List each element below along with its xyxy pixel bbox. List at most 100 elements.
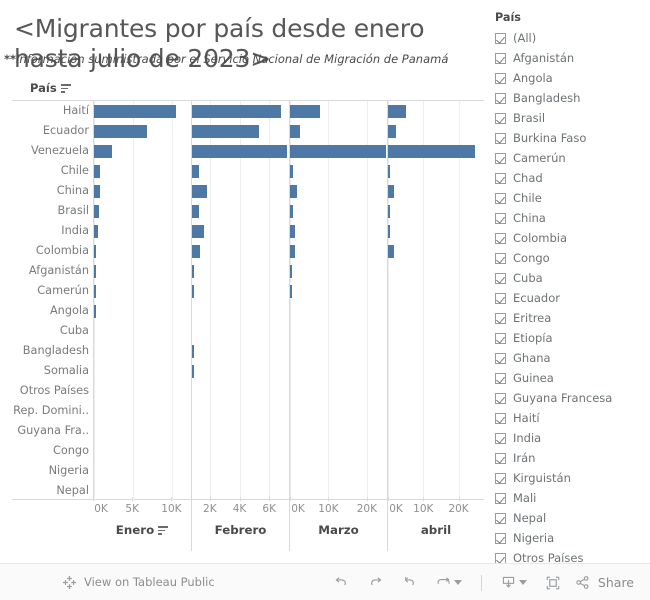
bar[interactable] (94, 264, 96, 278)
undo-icon[interactable] (327, 570, 357, 596)
bar[interactable] (94, 304, 96, 318)
checkbox-icon[interactable] (495, 272, 506, 284)
checkbox-icon[interactable] (495, 432, 506, 444)
bar[interactable] (290, 184, 298, 198)
row-label[interactable]: Angola (50, 301, 89, 321)
row-label[interactable]: Guyana Fra.. (17, 421, 89, 441)
row-label[interactable]: Ecuador (43, 121, 89, 141)
checkbox-icon[interactable] (495, 332, 506, 344)
filter-item[interactable]: Nepal (485, 508, 650, 528)
checkbox-icon[interactable] (495, 52, 506, 64)
filter-item[interactable]: Chad (485, 168, 650, 188)
bar[interactable] (94, 144, 113, 158)
bar[interactable] (290, 204, 293, 218)
bar[interactable] (290, 224, 295, 238)
bar[interactable] (192, 144, 288, 158)
checkbox-icon[interactable] (495, 412, 506, 424)
bar[interactable] (290, 124, 300, 138)
filter-list[interactable]: (All) Afganistán Angola Bangladesh Brasil Bur… (485, 28, 650, 563)
checkbox-icon[interactable] (495, 352, 506, 364)
bar[interactable] (290, 144, 387, 158)
chevron-down-icon[interactable] (519, 580, 528, 585)
filter-item[interactable]: Nigeria (485, 528, 650, 548)
bar[interactable] (192, 104, 282, 118)
bar[interactable] (94, 284, 96, 298)
bar[interactable] (290, 104, 320, 118)
row-label[interactable]: Congo (53, 441, 89, 461)
filter-item[interactable]: Cuba (485, 268, 650, 288)
row-label[interactable]: Otros Países (20, 381, 89, 401)
filter-item[interactable]: Guinea (485, 368, 650, 388)
bar[interactable] (94, 104, 177, 118)
checkbox-icon[interactable] (495, 452, 506, 464)
checkbox-icon[interactable] (495, 172, 506, 184)
filter-item[interactable]: China (485, 208, 650, 228)
revert-icon[interactable] (395, 570, 425, 596)
row-label[interactable]: Somalia (44, 361, 89, 381)
filter-item[interactable]: Irán (485, 448, 650, 468)
checkbox-icon[interactable] (495, 312, 506, 324)
checkbox-icon[interactable] (495, 112, 506, 124)
filter-item[interactable]: Otros Países (485, 548, 650, 563)
pane-title-febrero[interactable]: Febrero (192, 523, 289, 537)
checkbox-icon[interactable] (495, 192, 506, 204)
share-button[interactable]: Share (572, 574, 640, 591)
filter-item[interactable]: Burkina Faso (485, 128, 650, 148)
bar[interactable] (94, 164, 100, 178)
bar[interactable] (290, 284, 292, 298)
checkbox-icon[interactable] (495, 372, 506, 384)
tableau-public-link[interactable]: View on Tableau Public (62, 575, 215, 590)
bar[interactable] (192, 284, 194, 298)
filter-item[interactable]: Haití (485, 408, 650, 428)
row-field-header[interactable]: País (0, 78, 484, 100)
bar[interactable] (94, 244, 96, 258)
bar[interactable] (388, 164, 390, 178)
checkbox-icon[interactable] (495, 472, 506, 484)
bar[interactable] (290, 264, 292, 278)
row-label[interactable]: China (57, 181, 89, 201)
bar[interactable] (290, 164, 294, 178)
sort-icon[interactable] (60, 83, 71, 94)
checkbox-icon[interactable] (495, 492, 506, 504)
row-label[interactable]: Haití (63, 101, 89, 121)
fullscreen-icon[interactable] (538, 570, 568, 596)
filter-item[interactable]: Afganistán (485, 48, 650, 68)
bar[interactable] (192, 164, 200, 178)
row-label[interactable]: Afganistán (29, 261, 89, 281)
filter-item[interactable]: Colombia (485, 228, 650, 248)
bar[interactable] (192, 264, 194, 278)
bar[interactable] (388, 124, 397, 138)
bar[interactable] (388, 224, 390, 238)
redo-icon[interactable] (361, 570, 391, 596)
bar[interactable] (94, 224, 98, 238)
bar[interactable] (94, 204, 99, 218)
bar[interactable] (94, 184, 100, 198)
filter-item[interactable]: Bangladesh (485, 88, 650, 108)
checkbox-icon[interactable] (495, 212, 506, 224)
checkbox-icon[interactable] (495, 232, 506, 244)
bar[interactable] (388, 184, 394, 198)
filter-item[interactable]: Congo (485, 248, 650, 268)
download-button[interactable] (494, 570, 534, 596)
checkbox-icon[interactable] (495, 392, 506, 404)
row-label[interactable]: Brasil (58, 201, 89, 221)
filter-item[interactable]: Angola (485, 68, 650, 88)
checkbox-icon[interactable] (495, 72, 506, 84)
checkbox-icon[interactable] (495, 132, 506, 144)
row-label[interactable]: Camerún (37, 281, 89, 301)
bar[interactable] (94, 124, 148, 138)
row-label[interactable]: Nigeria (49, 461, 89, 481)
bar[interactable] (192, 244, 201, 258)
filter-item[interactable]: (All) (485, 28, 650, 48)
bar[interactable] (192, 364, 195, 378)
row-label[interactable]: Rep. Domini.. (13, 401, 89, 421)
pane-title-abril[interactable]: abril (388, 523, 484, 537)
row-label[interactable]: Cuba (60, 321, 89, 341)
bar[interactable] (290, 244, 296, 258)
filter-item[interactable]: Chile (485, 188, 650, 208)
bar[interactable] (192, 344, 195, 358)
filter-item[interactable]: Ecuador (485, 288, 650, 308)
bar[interactable] (192, 124, 259, 138)
checkbox-icon[interactable] (495, 92, 506, 104)
checkbox-icon[interactable] (495, 152, 506, 164)
